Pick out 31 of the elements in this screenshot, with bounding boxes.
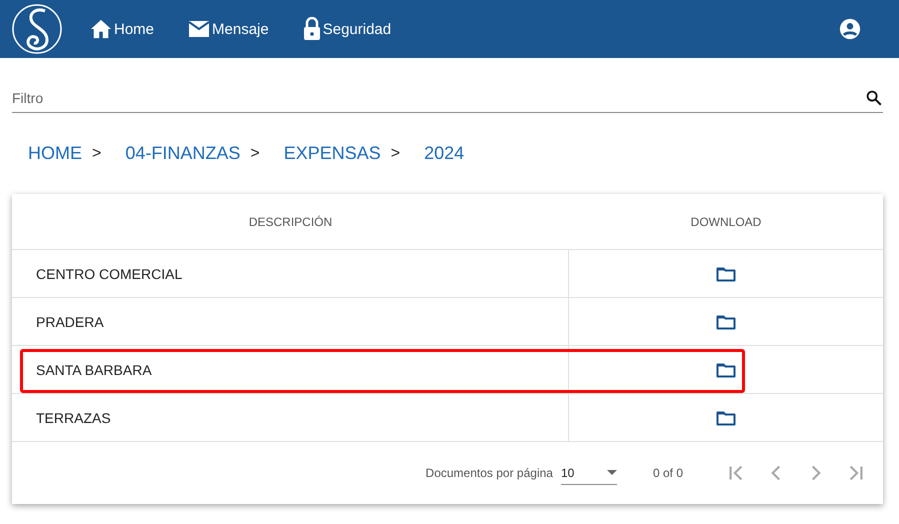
home-icon bbox=[90, 19, 112, 39]
breadcrumb-separator: > bbox=[92, 144, 102, 162]
column-header: DOWNLOAD bbox=[690, 214, 762, 230]
page-size-select[interactable]: 10 bbox=[560, 462, 617, 484]
account-icon[interactable] bbox=[839, 18, 861, 40]
breadcrumb-link[interactable]: 04-FINANZAS bbox=[125, 143, 240, 164]
search-icon[interactable] bbox=[865, 89, 883, 107]
breadcrumb-link[interactable]: EXPENSAS bbox=[284, 143, 381, 164]
breadcrumb-link[interactable]: 2024 bbox=[424, 143, 464, 164]
folder-icon[interactable] bbox=[716, 314, 736, 330]
nav-link[interactable]: Mensaje bbox=[180, 20, 277, 38]
breadcrumb-link[interactable]: HOME bbox=[28, 143, 82, 164]
folder-icon[interactable] bbox=[716, 362, 736, 378]
page-range: 0 of 0 bbox=[652, 466, 683, 480]
column-header: DESCRIPCIÓN bbox=[248, 214, 334, 230]
table-cell: TERRAZAS bbox=[36, 410, 111, 426]
folder-icon[interactable] bbox=[716, 410, 736, 426]
nav-link[interactable]: Home bbox=[82, 19, 162, 39]
lock-icon bbox=[302, 17, 321, 41]
table-cell: CENTRO COMERCIAL bbox=[36, 266, 182, 282]
breadcrumb-separator: > bbox=[390, 144, 400, 162]
table-cell: SANTA BARBARA bbox=[36, 362, 152, 378]
folder-icon[interactable] bbox=[716, 266, 736, 282]
caret-icon bbox=[606, 470, 617, 475]
page-size-label: Documentos por página bbox=[426, 466, 553, 480]
nav-link[interactable]: Seguridad bbox=[294, 17, 400, 41]
breadcrumb-separator: > bbox=[250, 144, 260, 162]
filter-field[interactable]: Filtro bbox=[12, 90, 865, 106]
mail-icon bbox=[188, 20, 210, 38]
table-cell: PRADERA bbox=[36, 314, 104, 330]
logo bbox=[12, 4, 62, 54]
